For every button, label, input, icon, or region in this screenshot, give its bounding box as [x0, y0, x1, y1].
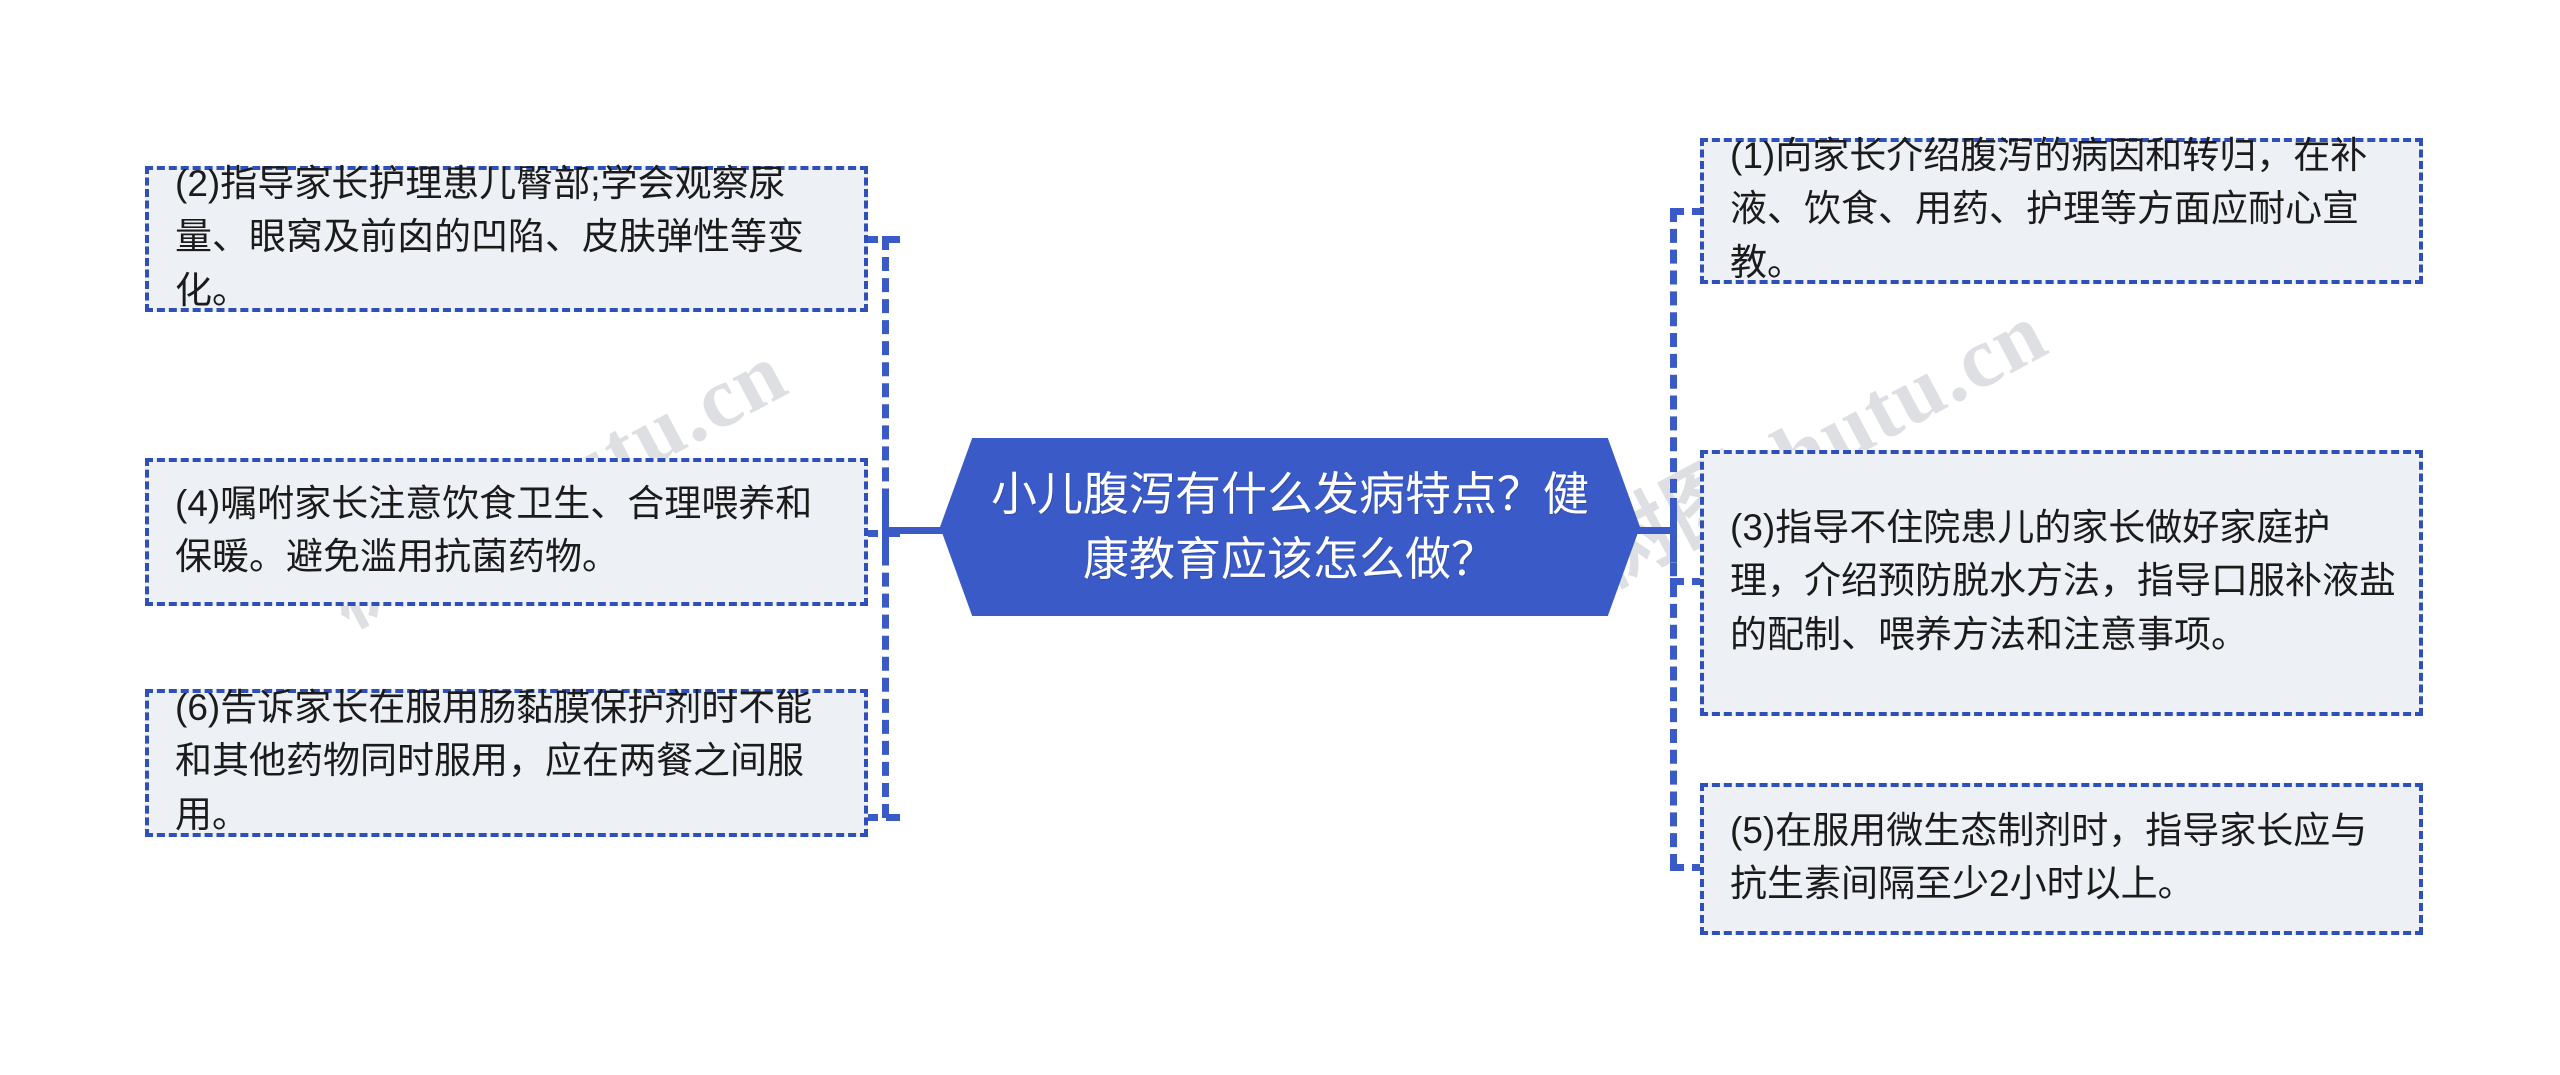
node-5-label: (5)在服用微生态制剂时，指导家长应与抗生素间隔至少2小时以上。	[1730, 809, 2368, 904]
center-node[interactable]: 小儿腹泻有什么发病特点？健康教育应该怎么做？	[940, 438, 1640, 616]
node-6[interactable]: (6)告诉家长在服用肠黏膜保护剂时不能和其他药物同时服用，应在两餐之间服用。	[145, 687, 868, 837]
right-trunk-cap	[1670, 498, 1677, 562]
left-stub-node-2	[864, 236, 900, 243]
mindmap-canvas: 树图shutu.cn 树图shutu.cn (2)指导家长护理患儿臀部;学会观察…	[0, 0, 2560, 1075]
node-3-label: (3)指导不住院患儿的家长做好家庭护理，介绍预防脱水方法，指导口服补液盐的配制、…	[1730, 507, 2396, 655]
center-node-label: 小儿腹泻有什么发病特点？健康教育应该怎么做？	[991, 467, 1589, 585]
node-5[interactable]: (5)在服用微生态制剂时，指导家长应与抗生素间隔至少2小时以上。	[1700, 783, 2423, 935]
right-spine	[1670, 208, 1677, 868]
node-6-label: (6)告诉家长在服用肠黏膜保护剂时不能和其他药物同时服用，应在两餐之间服用。	[175, 687, 813, 835]
node-2-label: (2)指导家长护理患儿臀部;学会观察尿量、眼窝及前囟的凹陷、皮肤弹性等变化。	[175, 163, 804, 311]
node-1-label: (1)向家长介绍腹泻的病因和转归，在补液、饮食、用药、护理等方面应耐心宣教。	[1730, 135, 2368, 283]
left-trunk-cap	[882, 498, 889, 562]
node-1[interactable]: (1)向家长介绍腹泻的病因和转归，在补液、饮食、用药、护理等方面应耐心宣教。	[1700, 135, 2423, 284]
node-4-label: (4)嘱咐家长注意饮食卫生、合理喂养和保暖。避免滥用抗菌药物。	[175, 482, 813, 577]
left-spine	[882, 236, 889, 818]
node-4[interactable]: (4)嘱咐家长注意饮食卫生、合理喂养和保暖。避免滥用抗菌药物。	[145, 458, 868, 606]
left-stub-node-6	[864, 814, 900, 821]
node-2[interactable]: (2)指导家长护理患儿臀部;学会观察尿量、眼窝及前囟的凹陷、皮肤弹性等变化。	[145, 163, 868, 312]
left-stub-node-4	[864, 530, 900, 537]
node-3[interactable]: (3)指导不住院患儿的家长做好家庭护理，介绍预防脱水方法，指导口服补液盐的配制、…	[1700, 450, 2423, 716]
